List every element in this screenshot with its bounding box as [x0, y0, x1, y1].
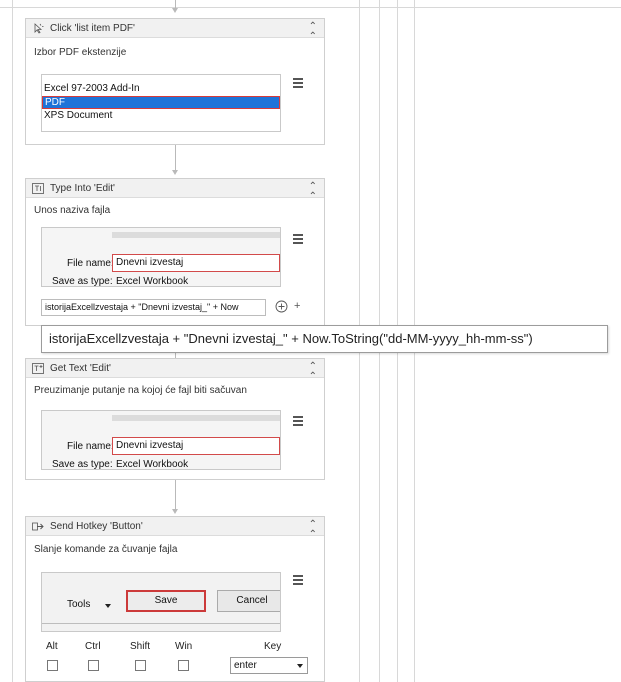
expression-tooltip: istorijaExcellzvestaja + "Dnevni izvesta…	[41, 325, 608, 353]
ctrl-checkbox[interactable]	[88, 660, 99, 671]
save-as-value: Excel Workbook	[116, 459, 189, 470]
tools-label: Tools	[67, 599, 91, 610]
add-circle-icon[interactable]	[275, 300, 288, 313]
activity-title: Send Hotkey 'Button'	[50, 521, 143, 532]
collapse-icon[interactable]: ⌃ ⌃	[309, 182, 317, 202]
file-name-field: Dnevni izvestaj	[112, 437, 280, 455]
activity-title: Type Into 'Edit'	[50, 183, 115, 194]
key-select-value: enter	[234, 660, 257, 671]
file-name-label: File name:	[67, 258, 114, 269]
activity-get-text-card[interactable]: Get Text 'Edit' ⌃ ⌃ Preuzimanje putanje n…	[25, 358, 325, 480]
key-select[interactable]: enter	[230, 657, 308, 674]
collapse-icon[interactable]: ⌃ ⌃	[309, 362, 317, 382]
flow-connector	[175, 480, 176, 512]
save-button-preview: Save	[126, 590, 206, 612]
shift-checkbox[interactable]	[135, 660, 146, 671]
cancel-button-preview: Cancel	[217, 590, 280, 612]
plus-button[interactable]: +	[294, 300, 300, 312]
activity-title: Get Text 'Edit'	[50, 363, 111, 374]
screen-preview: ——— — — File name: Dnevni izvestaj Save …	[41, 410, 281, 470]
collapse-icon[interactable]: ⌃ ⌃	[309, 520, 317, 540]
activity-header[interactable]: Get Text 'Edit' ⌃ ⌃	[26, 359, 324, 382]
activity-click-card[interactable]: Click 'list item PDF' ⌃ ⌃ Izbor PDF ekste…	[25, 18, 325, 145]
options-menu-icon[interactable]	[291, 232, 305, 246]
win-checkbox[interactable]	[178, 660, 189, 671]
flow-arrow-icon	[172, 170, 178, 175]
list-item: XPS Document	[44, 110, 113, 121]
activity-send-hotkey-card[interactable]: Send Hotkey 'Button' ⌃ ⌃ Slanje komande z…	[25, 516, 325, 682]
get-text-icon	[32, 363, 44, 374]
chevron-down-icon	[297, 664, 303, 668]
click-icon	[34, 23, 44, 34]
flow-arrow-icon	[172, 509, 178, 514]
modifier-label-shift: Shift	[130, 641, 151, 652]
options-menu-icon[interactable]	[291, 76, 305, 90]
type-into-icon	[32, 183, 44, 194]
chevron-down-icon	[105, 604, 111, 608]
flow-arrow-icon	[172, 8, 178, 13]
alt-checkbox[interactable]	[47, 660, 58, 671]
left-border	[12, 0, 13, 682]
text-expression-input[interactable]: istorijaExcellzvestaja + "Dnevni izvesta…	[41, 299, 266, 316]
screen-preview: ——— — — File name: Dnevni izvestaj Save …	[41, 227, 281, 287]
modifier-label-ctrl: Ctrl	[85, 641, 101, 652]
list-preview: ———— Excel 97-2003 Add-In PDF XPS Docume…	[41, 74, 281, 132]
options-menu-icon[interactable]	[291, 414, 305, 428]
activity-description: Slanje komande za čuvanje fajla	[34, 544, 178, 555]
save-as-label: Save as type:	[52, 459, 113, 470]
file-name-label: File name:	[67, 441, 114, 452]
collapse-icon[interactable]: ⌃ ⌃	[309, 22, 317, 42]
flow-connector	[175, 145, 176, 173]
activity-description: Unos naziva fajla	[34, 205, 111, 216]
activity-header[interactable]: Type Into 'Edit' ⌃ ⌃	[26, 179, 324, 202]
top-border	[0, 7, 621, 8]
key-label: Key	[264, 641, 282, 652]
list-item: Excel 97-2003 Add-In	[44, 83, 140, 94]
activity-header[interactable]: Send Hotkey 'Button' ⌃ ⌃	[26, 517, 324, 540]
activity-title: Click 'list item PDF'	[50, 23, 135, 34]
modifier-label-alt: Alt	[46, 641, 58, 652]
send-hotkey-icon	[32, 522, 44, 531]
modifier-label-win: Win	[175, 641, 193, 652]
file-name-field: Dnevni izvestaj	[112, 254, 280, 272]
list-item-selected: PDF	[42, 96, 280, 109]
activity-description: Preuzimanje putanje na kojoj će fajl bit…	[34, 385, 247, 396]
activity-type-into-card[interactable]: Type Into 'Edit' ⌃⌃ Unos naziva fajla ——…	[25, 178, 325, 326]
screen-preview: Tools Save Cancel	[41, 572, 281, 632]
save-as-value: Excel Workbook	[116, 276, 189, 287]
activity-description: Izbor PDF ekstenzije	[34, 47, 127, 58]
activity-header[interactable]: Click 'list item PDF' ⌃ ⌃	[26, 19, 324, 42]
options-menu-icon[interactable]	[291, 573, 305, 587]
save-as-label: Save as type:	[52, 276, 113, 287]
